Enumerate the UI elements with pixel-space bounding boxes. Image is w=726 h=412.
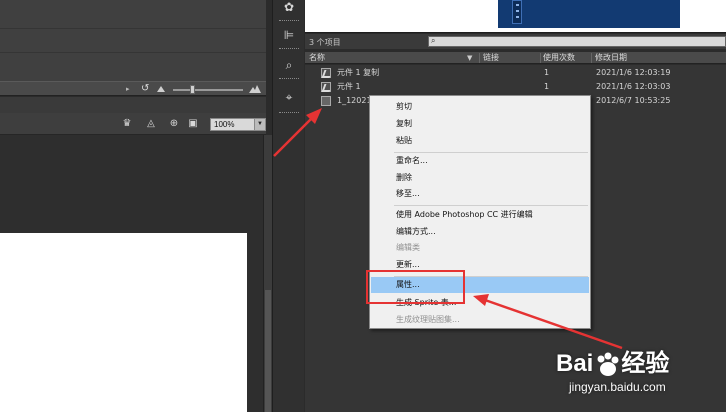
- menu-separator: [394, 205, 588, 206]
- zoom-slider-track[interactable]: [173, 89, 243, 91]
- timeline-panel: [0, 0, 266, 81]
- preview-thumbnail: [498, 0, 680, 28]
- menu-item-edit-with[interactable]: 编辑方式...: [396, 225, 436, 239]
- panel-icon-strip: ✿ ⊫ ⌕ ⌖: [272, 0, 304, 412]
- zoom-value: 100%: [214, 120, 235, 129]
- preview-dot: [516, 10, 519, 12]
- item-name: 1_12021: [337, 96, 372, 105]
- item-modified: 2021/1/6 12:03:19: [596, 68, 671, 77]
- clip-content-icon[interactable]: ▣: [186, 118, 200, 130]
- edit-symbols-icon[interactable]: ◬: [144, 118, 158, 130]
- panel-grip[interactable]: [279, 112, 299, 114]
- library-search-input[interactable]: ⌕: [428, 36, 726, 47]
- column-divider[interactable]: [540, 53, 541, 63]
- panel-grip[interactable]: [279, 20, 299, 22]
- scroll-right-icon[interactable]: ▸: [126, 85, 133, 93]
- column-use-count[interactable]: 使用次数: [543, 52, 575, 63]
- library-row[interactable]: 元件 1 1 2021/1/6 12:03:03: [305, 80, 726, 94]
- logo-text-right: 经验: [621, 350, 670, 377]
- column-name[interactable]: 名称: [309, 52, 325, 63]
- baidu-jingyan-logo: Bai 经验: [556, 350, 686, 378]
- column-linkage[interactable]: 链接: [483, 52, 499, 63]
- symbol-icon: [321, 68, 331, 78]
- library-column-header: 名称 ▼ 链接 使用次数 修改日期: [305, 52, 726, 64]
- item-modified: 2012/6/7 10:53:25: [596, 96, 671, 105]
- watermark-url: jingyan.baidu.com: [569, 380, 666, 394]
- menu-item-edit-with-photoshop[interactable]: 使用 Adobe Photoshop CC 进行编辑: [396, 208, 533, 222]
- search-icon: ⌕: [431, 36, 436, 45]
- chevron-down-icon: ▼: [254, 119, 265, 130]
- center-stage-icon[interactable]: ⊕: [167, 118, 181, 130]
- color-palette-icon[interactable]: ✿: [281, 0, 297, 14]
- preview-dot: [516, 16, 519, 18]
- loop-icon[interactable]: ↺: [141, 83, 152, 94]
- logo-text-left: Bai: [556, 350, 594, 377]
- menu-item-delete[interactable]: 删除: [396, 171, 412, 185]
- preview-dot: [516, 4, 519, 6]
- zoom-in-icon[interactable]: [249, 85, 261, 93]
- align-icon[interactable]: ⊫: [281, 28, 297, 42]
- annotation-box: [366, 270, 465, 304]
- library-preview: [305, 0, 726, 33]
- menu-item-generate-texture-atlas: 生成纹理贴图集...: [396, 315, 460, 324]
- paw-icon: [597, 352, 619, 376]
- panel-divider: [0, 28, 266, 29]
- menu-separator: [394, 152, 588, 153]
- library-row[interactable]: 元件 1 复制 1 2021/1/6 12:03:19: [305, 66, 726, 80]
- scrollbar-thumb[interactable]: [265, 290, 271, 412]
- menu-item-edit-class: 编辑类: [396, 243, 420, 252]
- panel-grip[interactable]: [279, 78, 299, 80]
- panel-gap: [0, 97, 266, 113]
- column-divider[interactable]: [591, 53, 592, 63]
- item-name: 元件 1: [337, 82, 361, 91]
- menu-item-copy[interactable]: 复制: [396, 117, 412, 131]
- symbol-icon: [321, 82, 331, 92]
- edit-scene-icon[interactable]: ♛: [120, 118, 134, 130]
- crosshair-icon[interactable]: ⌖: [281, 90, 297, 104]
- menu-item-cut[interactable]: 剪切: [396, 100, 412, 114]
- menu-item-move-to[interactable]: 移至...: [396, 187, 420, 201]
- item-modified: 2021/1/6 12:03:03: [596, 82, 671, 91]
- transform-icon[interactable]: ⌕: [281, 58, 297, 72]
- column-modified[interactable]: 修改日期: [595, 52, 627, 63]
- timeline-controls: ▸ ↺: [0, 81, 266, 96]
- panel-divider: [0, 52, 266, 53]
- zoom-dropdown[interactable]: 100% ▼: [210, 118, 266, 131]
- item-name: 元件 1 复制: [337, 68, 380, 77]
- menu-item-paste[interactable]: 粘贴: [396, 134, 412, 148]
- zoom-out-icon[interactable]: [157, 86, 165, 92]
- stage-toolbar: ♛ ◬ ⊕ ▣ 100% ▼: [0, 113, 266, 135]
- zoom-slider-thumb[interactable]: [190, 85, 195, 94]
- bitmap-icon: [321, 96, 331, 106]
- item-use-count: 1: [544, 68, 550, 77]
- library-toolbar: 3 个项目 ⌕: [305, 34, 726, 49]
- vertical-scrollbar[interactable]: [263, 135, 272, 412]
- sort-desc-icon[interactable]: ▼: [467, 53, 477, 62]
- item-count: 3 个项目: [309, 38, 341, 47]
- item-use-count: 1: [544, 82, 550, 91]
- panel-grip[interactable]: [279, 48, 299, 50]
- column-divider[interactable]: [479, 53, 480, 63]
- menu-item-rename[interactable]: 重命名...: [396, 154, 428, 168]
- stage-canvas[interactable]: [0, 233, 247, 412]
